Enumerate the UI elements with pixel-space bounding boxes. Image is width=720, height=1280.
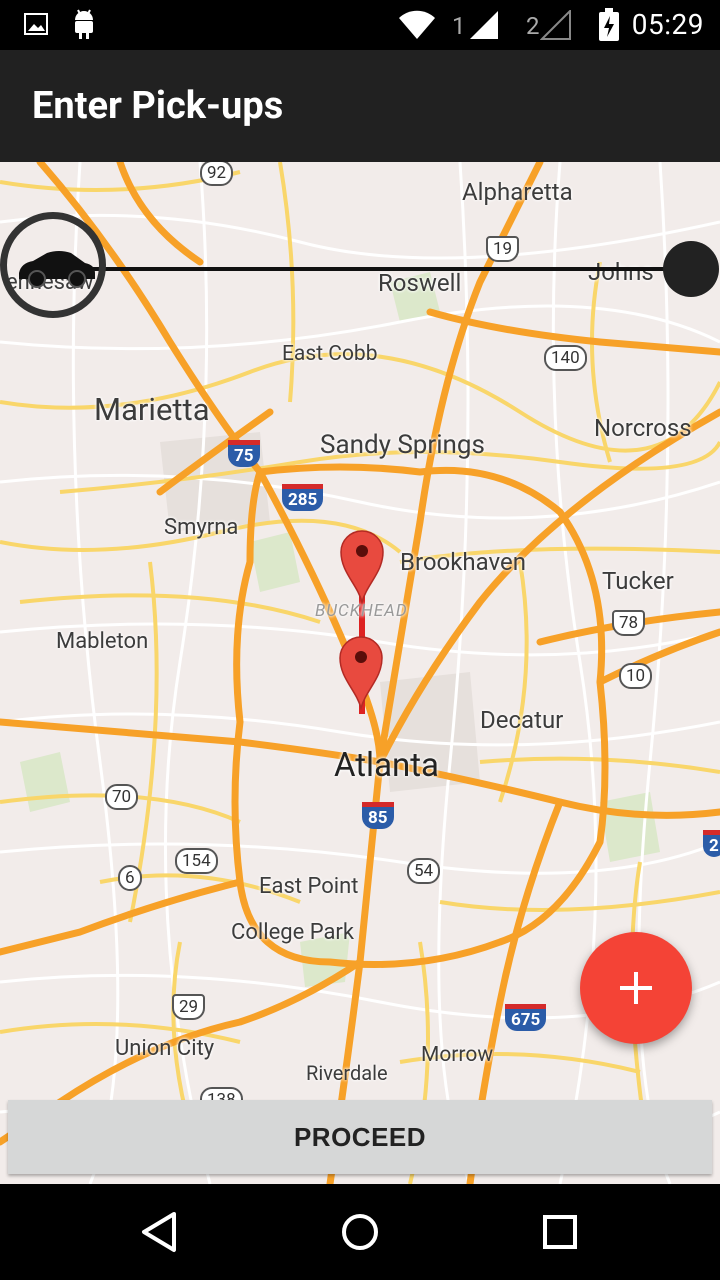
place-label: East Point (259, 874, 359, 899)
battery-charging-icon (599, 8, 619, 41)
wifi-icon (399, 10, 435, 40)
android-icon (75, 9, 93, 39)
place-label: Union City (115, 1036, 215, 1061)
back-icon[interactable] (132, 1208, 188, 1256)
place-label: Mableton (56, 629, 149, 654)
nav-bar (0, 1184, 720, 1280)
interstate-shield: 75 (228, 440, 260, 467)
place-label: East Cobb (282, 342, 378, 366)
slider-end-handle[interactable] (663, 241, 719, 297)
signal-empty-icon (540, 10, 571, 40)
signal-icon (470, 11, 498, 39)
place-label: Tucker (602, 567, 674, 595)
proceed-button[interactable]: PROCEED (8, 1100, 712, 1174)
interstate-shield: 2 (703, 830, 720, 857)
clock: 05:29 (631, 8, 704, 41)
interstate-shield: 675 (505, 1004, 547, 1031)
place-label: College Park (231, 920, 355, 945)
route-shield: 92 (200, 162, 234, 186)
place-label: BUCKHEAD (315, 601, 408, 621)
route-shield: 19 (486, 236, 520, 262)
place-label: Riverdale (306, 1061, 388, 1085)
home-icon[interactable] (332, 1208, 388, 1256)
pickup-marker[interactable] (339, 528, 385, 604)
route-shield: 154 (175, 848, 218, 874)
car-icon (19, 251, 95, 288)
image-icon (24, 13, 48, 35)
place-label: Alpharetta (462, 178, 573, 206)
route-shield: 6 (118, 865, 142, 891)
plus-icon (620, 972, 652, 1004)
pickup-marker[interactable] (338, 634, 384, 710)
interstate-shield: 85 (362, 802, 394, 829)
place-label: Johns (588, 258, 654, 286)
route-shield: 78 (612, 610, 646, 636)
route-shield: 54 (407, 858, 441, 884)
interstate-shield: 285 (282, 484, 324, 511)
place-label: Morrow (421, 1043, 494, 1067)
sim1-label: 1 (452, 12, 466, 40)
add-pickup-button[interactable] (580, 932, 692, 1044)
route-shield: 10 (619, 663, 653, 689)
route-shield: 29 (172, 994, 206, 1020)
place-label: Marietta (94, 391, 210, 428)
status-bar: 1 2 05:29 (0, 0, 720, 50)
route-shield: 70 (105, 784, 139, 810)
route-shield: 140 (544, 345, 587, 371)
place-label: Smyrna (164, 515, 239, 540)
distance-slider-track[interactable] (58, 267, 693, 271)
place-label: Decatur (480, 706, 564, 734)
app-bar: Enter Pick-ups (0, 50, 720, 162)
map-view[interactable]: Alpharetta Roswell Johns ennesaw East Co… (0, 162, 720, 1184)
page-title: Enter Pick-ups (32, 84, 284, 128)
place-label: Brookhaven (400, 548, 526, 576)
place-label: Atlanta (334, 746, 439, 785)
place-label: Sandy Springs (320, 430, 485, 460)
place-label: Roswell (378, 269, 462, 297)
car-slider-handle[interactable] (0, 212, 106, 318)
recents-icon[interactable] (532, 1208, 588, 1256)
sim2-label: 2 (526, 12, 540, 40)
place-label: Norcross (594, 414, 692, 442)
